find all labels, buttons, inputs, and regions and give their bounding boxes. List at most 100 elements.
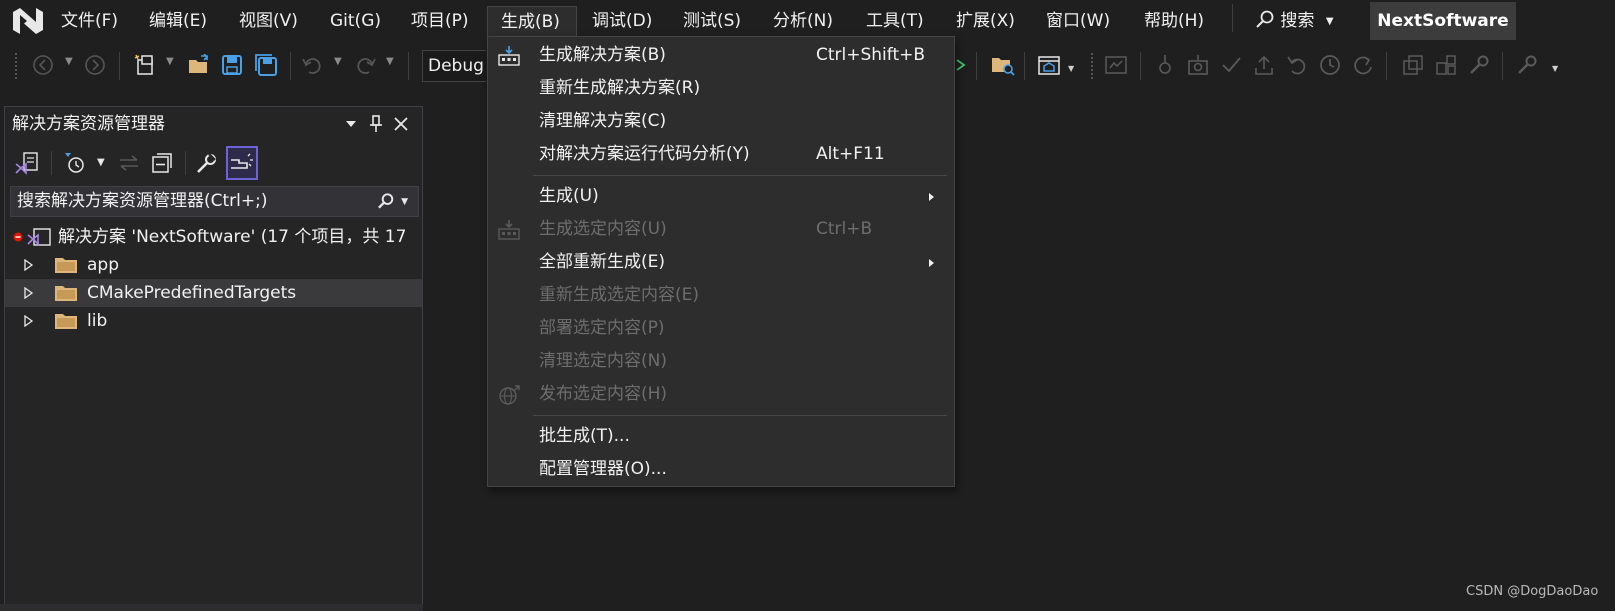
menu-build[interactable]: 生成(B) [487, 6, 577, 38]
build-solution-icon [497, 45, 521, 67]
upload-icon[interactable] [1251, 52, 1277, 78]
menu-item-configuration-manager[interactable]: 配置管理器(O)... [488, 453, 954, 486]
menu-edit[interactable]: 编辑(E) [136, 6, 220, 36]
checkmark-icon[interactable] [1218, 52, 1244, 78]
expand-arrow-icon[interactable] [23, 259, 35, 271]
toolbar-separator [290, 52, 291, 80]
menu-item-publish-selection[interactable]: 发布选定内容(H) [488, 378, 954, 411]
menu-item-rebuild-solution[interactable]: 重新生成解决方案(R) [488, 72, 954, 105]
refresh-icon[interactable] [1350, 52, 1376, 78]
menu-project[interactable]: 项目(P) [398, 6, 482, 36]
tree-item-app[interactable]: app [5, 251, 422, 279]
expand-arrow-icon[interactable] [23, 315, 35, 327]
menu-debug[interactable]: 调试(D) [579, 6, 665, 36]
switch-views-icon[interactable] [13, 149, 41, 177]
menu-item-rebuild-all-submenu[interactable]: 全部重新生成(E) [488, 246, 954, 279]
menu-view[interactable]: 视图(V) [226, 6, 311, 36]
toolbar-separator [119, 52, 120, 80]
chevron-down-icon[interactable]: ▼ [334, 56, 342, 67]
breakpoint-icon[interactable] [1152, 52, 1178, 78]
pending-changes-filter-icon[interactable] [61, 149, 89, 177]
toolbar-grip[interactable] [1090, 52, 1094, 80]
solution-root-node[interactable]: 解决方案 'NextSoftware' (17 个项目，共 17 [5, 223, 422, 251]
properties-wrench-icon[interactable] [193, 149, 221, 177]
chevron-down-icon[interactable] [342, 115, 360, 133]
menu-item-build-solution[interactable]: 生成解决方案(B) Ctrl+Shift+B [488, 39, 954, 72]
navigate-back-icon[interactable] [30, 52, 56, 78]
error-badge-icon [13, 232, 23, 242]
find-in-files-folder-icon[interactable] [990, 52, 1016, 78]
overflow-caret-icon[interactable]: ▼ [1552, 64, 1558, 73]
menu-window[interactable]: 窗口(W) [1033, 6, 1123, 36]
menu-separator [533, 415, 947, 416]
menu-item-clean-solution[interactable]: 清理解决方案(C) [488, 105, 954, 138]
collapse-all-icon[interactable] [148, 149, 176, 177]
solution-name-badge[interactable]: NextSoftware [1370, 2, 1516, 40]
menu-help[interactable]: 帮助(H) [1131, 6, 1217, 36]
menu-extensions[interactable]: 扩展(X) [943, 6, 1028, 36]
chevron-down-icon[interactable]: ▼ [166, 56, 174, 67]
solution-configuration-select[interactable]: Debug [422, 50, 486, 82]
menu-separator [1232, 4, 1233, 32]
new-project-icon[interactable] [132, 52, 158, 78]
menu-file[interactable]: 文件(F) [48, 6, 131, 36]
close-icon[interactable] [392, 115, 410, 133]
menu-tools[interactable]: 工具(T) [853, 6, 937, 36]
tools-wrench-icon[interactable] [1514, 52, 1540, 78]
tree-item-cmakepredefinedtargets[interactable]: CMakePredefinedTargets [5, 279, 422, 307]
history-icon[interactable] [1317, 52, 1343, 78]
browser-home-icon[interactable] [1036, 52, 1062, 78]
menu-item-rebuild-selection[interactable]: 重新生成选定内容(E) [488, 279, 954, 312]
menu-item-batch-build[interactable]: 批生成(T)... [488, 420, 954, 453]
solution-explorer-search-input[interactable]: 搜索解决方案资源管理器(Ctrl+;) ▼ [10, 186, 419, 217]
solution-explorer-panel: 解决方案资源管理器 ▼ 搜索解决方案资源管理器(Ctrl+;) ▼ 解决方案 '… [4, 106, 423, 611]
save-icon[interactable] [219, 52, 245, 78]
folder-icon [55, 314, 77, 329]
menu-item-run-code-analysis[interactable]: 对解决方案运行代码分析(Y) Alt+F11 [488, 138, 954, 171]
toolbar-separator [1140, 52, 1141, 80]
menu-item-build-submenu[interactable]: 生成(U) [488, 180, 954, 213]
camera-snapshot-icon[interactable] [1185, 52, 1211, 78]
revert-icon[interactable] [1284, 52, 1310, 78]
search-button[interactable]: 搜索 ▼ [1255, 6, 1334, 36]
search-label: 搜索 [1280, 11, 1315, 31]
menu-item-build-selection[interactable]: 生成选定内容(U) Ctrl+B [488, 213, 954, 246]
folder-icon [55, 258, 77, 273]
build-menu-dropdown: 生成解决方案(B) Ctrl+Shift+B 重新生成解决方案(R) 清理解决方… [487, 36, 955, 487]
wrench-icon[interactable] [1466, 52, 1492, 78]
open-folder-icon[interactable] [186, 52, 212, 78]
expand-arrow-icon[interactable] [23, 287, 35, 299]
copy-window-icon[interactable] [1400, 52, 1426, 78]
undo-icon[interactable] [300, 52, 326, 78]
menu-test[interactable]: 测试(S) [670, 6, 754, 36]
solution-explorer-toolbar: ▼ [5, 145, 422, 183]
window-layout-icon[interactable] [1103, 52, 1129, 78]
tree-item-label: lib [87, 311, 108, 331]
visual-studio-logo-icon[interactable] [10, 4, 46, 38]
toolbar-separator [1502, 52, 1503, 80]
menu-item-clean-selection[interactable]: 清理选定内容(N) [488, 345, 954, 378]
toolbar-grip[interactable] [14, 52, 18, 80]
pin-icon[interactable] [367, 115, 385, 133]
sync-with-document-icon[interactable] [115, 149, 143, 177]
chevron-down-icon[interactable]: ▼ [65, 56, 73, 67]
redo-icon[interactable] [352, 52, 378, 78]
search-icon[interactable]: ▼ [376, 192, 408, 212]
menu-analyze[interactable]: 分析(N) [760, 6, 846, 36]
menu-git[interactable]: Git(G) [317, 6, 394, 36]
overflow-caret-icon[interactable]: ▼ [1068, 64, 1074, 73]
navigate-forward-icon[interactable] [82, 52, 108, 78]
preview-selected-items-icon[interactable] [226, 146, 258, 180]
toolbar-separator [1024, 52, 1025, 80]
horizontal-scrollbar[interactable] [0, 604, 423, 611]
split-window-icon[interactable] [1433, 52, 1459, 78]
solution-root-label: 解决方案 'NextSoftware' (17 个项目，共 17 [58, 227, 407, 247]
chevron-down-icon[interactable]: ▼ [97, 157, 105, 168]
chevron-down-icon[interactable]: ▼ [386, 56, 394, 67]
tree-item-lib[interactable]: lib [5, 307, 422, 335]
save-all-icon[interactable] [253, 52, 279, 78]
menu-separator [533, 175, 947, 176]
toolbar-separator [408, 52, 409, 80]
menu-item-deploy-selection[interactable]: 部署选定内容(P) [488, 312, 954, 345]
tree-item-label: CMakePredefinedTargets [87, 283, 297, 303]
